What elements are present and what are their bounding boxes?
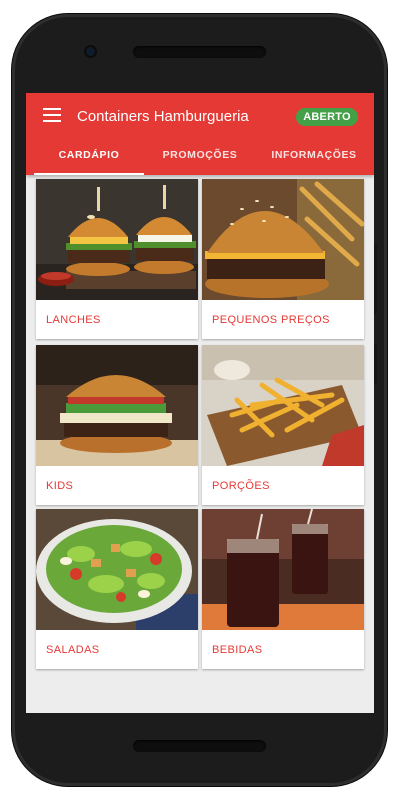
drinks-photo	[202, 509, 364, 630]
active-tab-indicator	[34, 173, 144, 175]
bottom-speaker	[133, 740, 266, 752]
category-card-kids[interactable]: KIDS	[36, 345, 198, 505]
hamburger-menu-icon[interactable]	[43, 108, 61, 122]
top-speaker	[133, 46, 266, 58]
category-label: SALADAS	[46, 644, 100, 656]
category-label: PORÇÕES	[212, 480, 270, 492]
tab-promocoes[interactable]: PROMOÇÕES	[146, 149, 254, 175]
category-card-porcoes[interactable]: PORÇÕES	[202, 345, 364, 505]
tab-bar: CARDÁPIO PROMOÇÕES INFORMAÇÕES	[26, 145, 374, 175]
app-screen: Containers Hamburgueria ABERTO CARDÁPIO …	[26, 93, 374, 713]
category-label: BEBIDAS	[212, 644, 263, 656]
category-card-lanches[interactable]: LANCHES	[36, 179, 198, 339]
salad-photo	[36, 509, 198, 630]
tab-cardapio[interactable]: CARDÁPIO	[34, 149, 144, 175]
category-card-pequenos-precos[interactable]: PEQUENOS PREÇOS	[202, 179, 364, 339]
category-label: PEQUENOS PREÇOS	[212, 314, 330, 326]
kids-burger-photo	[36, 345, 198, 466]
category-card-saladas[interactable]: SALADAS	[36, 509, 198, 669]
category-label: LANCHES	[46, 314, 101, 326]
status-badge: ABERTO	[296, 108, 358, 126]
app-bar: Containers Hamburgueria ABERTO CARDÁPIO …	[26, 93, 374, 175]
burgers-photo	[36, 179, 198, 300]
category-label: KIDS	[46, 480, 74, 492]
tab-informacoes[interactable]: INFORMAÇÕES	[258, 149, 370, 175]
small-burger-photo	[202, 179, 364, 300]
app-title: Containers Hamburgueria	[77, 108, 249, 125]
front-camera	[86, 47, 95, 56]
fries-photo	[202, 345, 364, 466]
category-card-bebidas[interactable]: BEBIDAS	[202, 509, 364, 669]
